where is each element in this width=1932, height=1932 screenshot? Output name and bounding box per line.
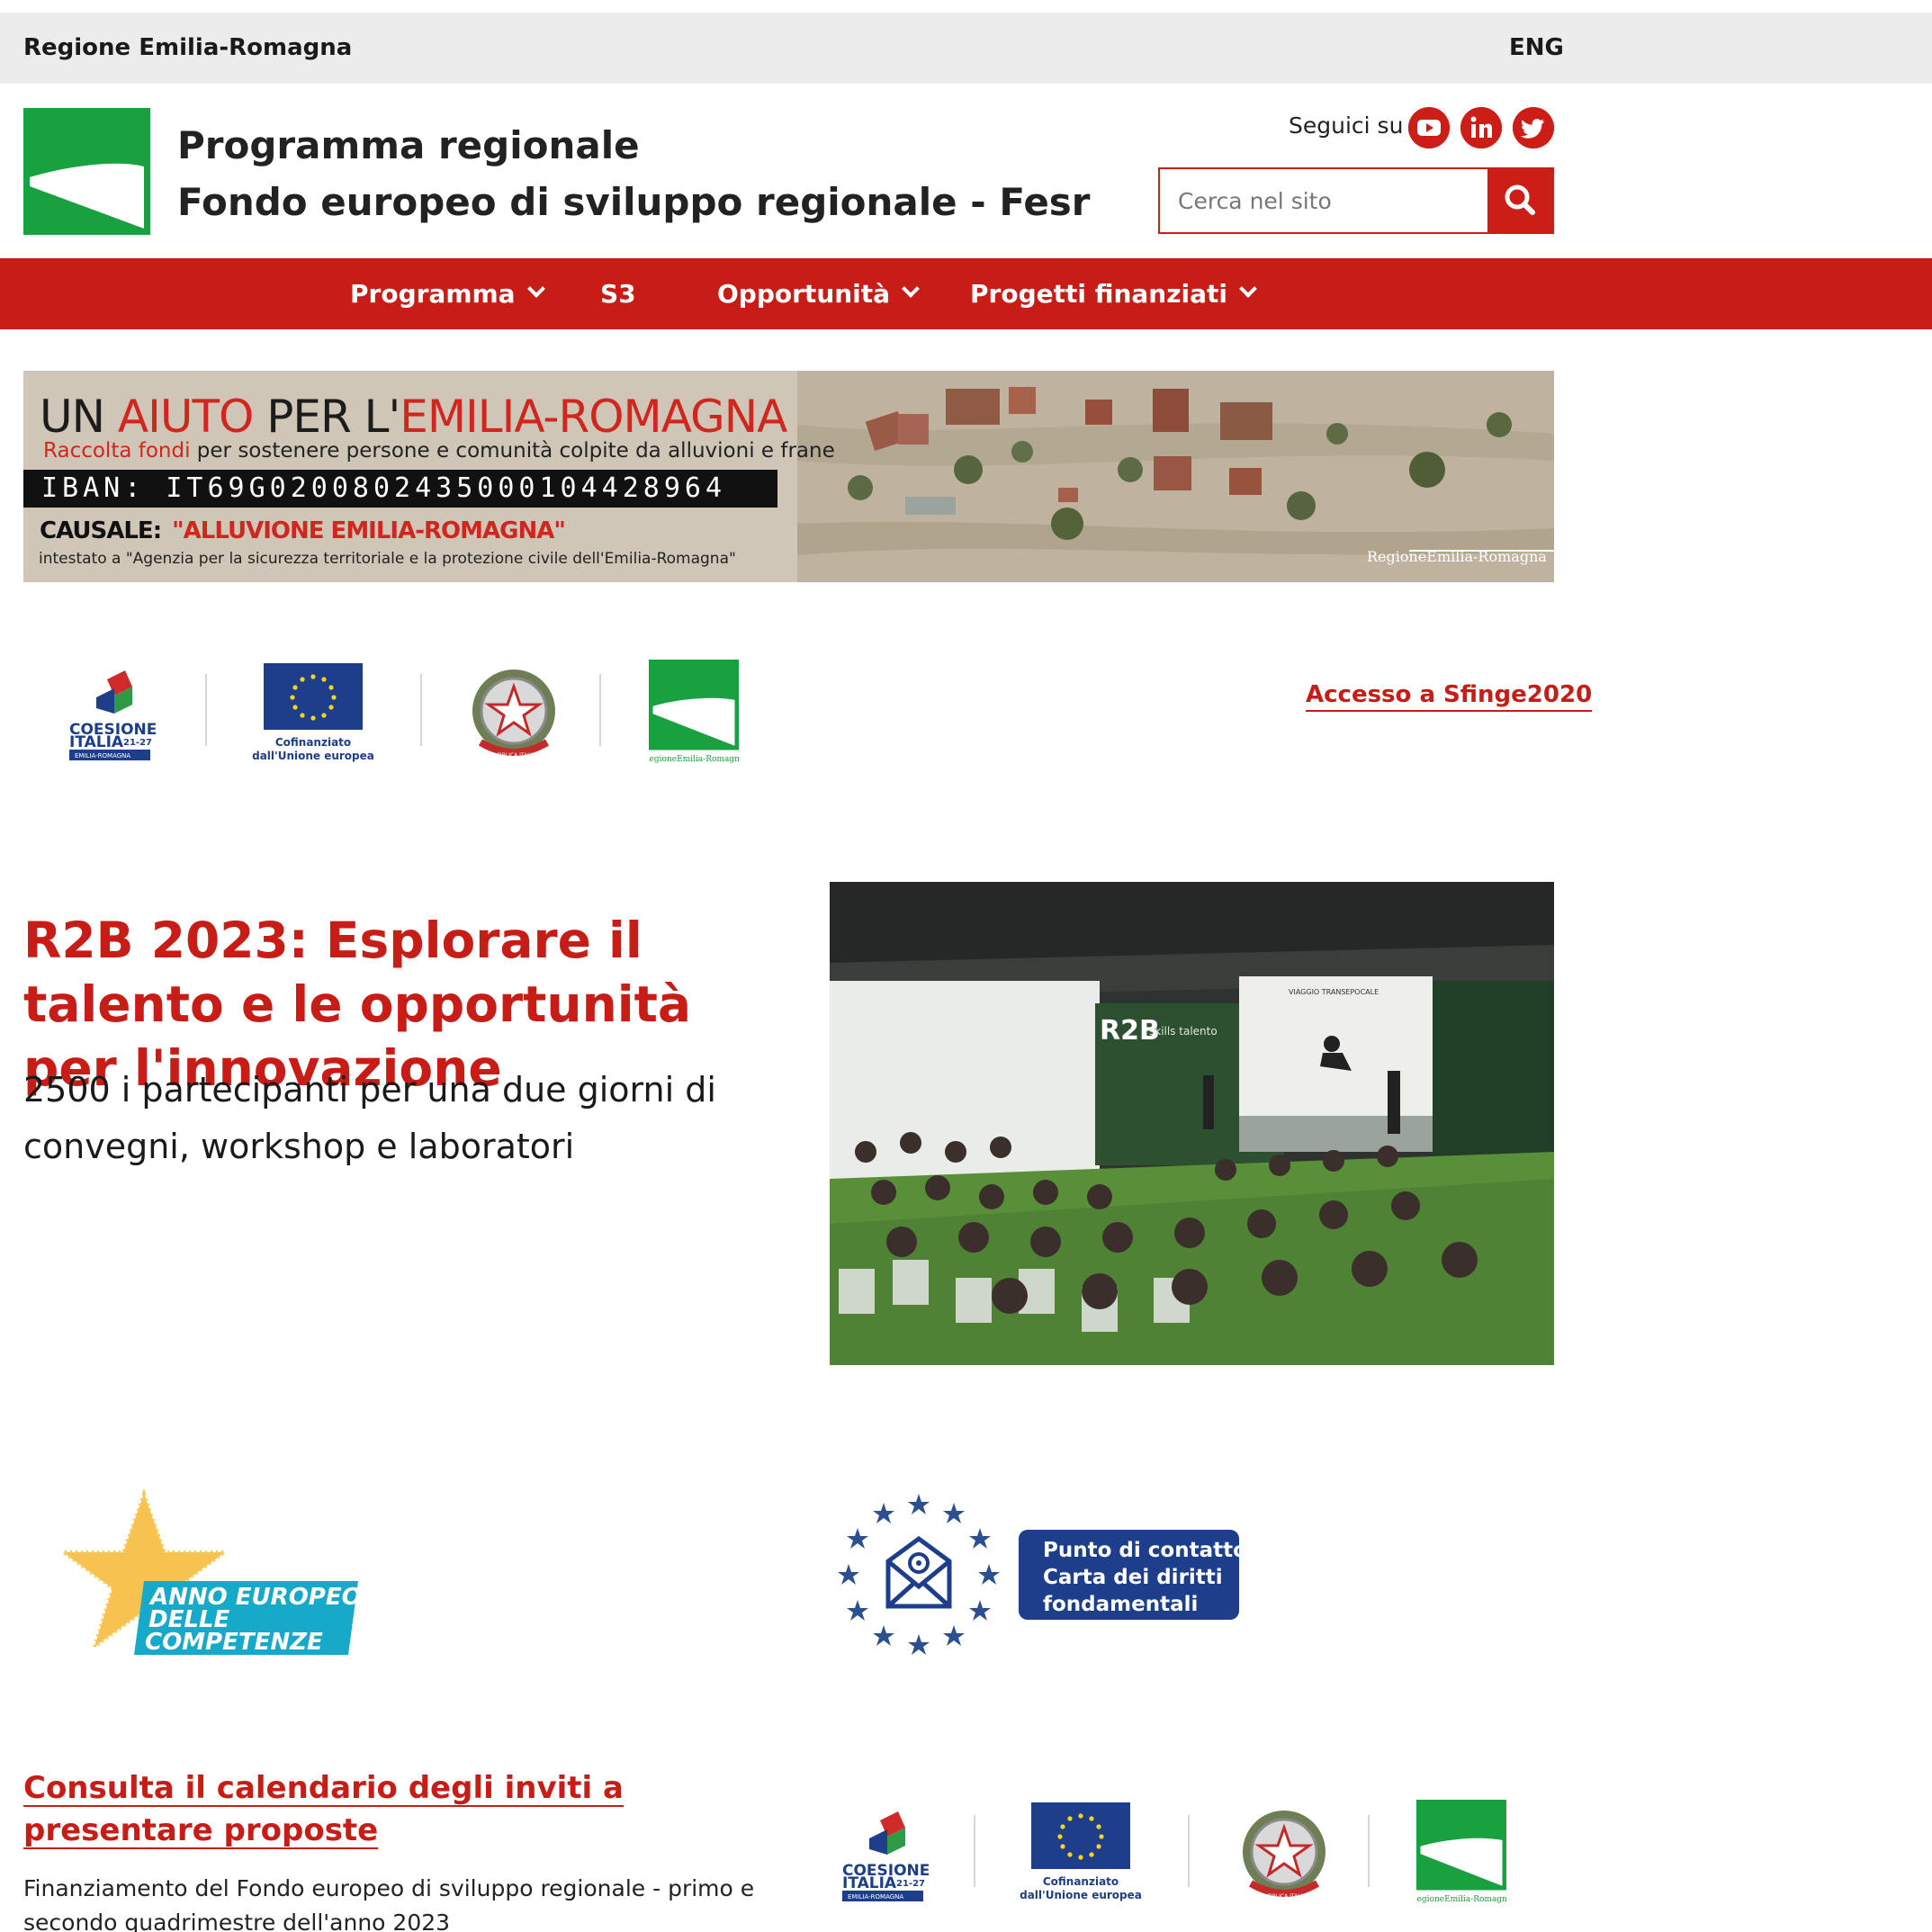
- coesione-italia-logo: COESIONE ITALIA 21-27 EMILIA-ROMAGNA: [64, 661, 172, 760]
- youtube-icon[interactable]: [1408, 107, 1450, 148]
- partner-logos-footer: COESIONE ITALIA 21-27 EMILIA-ROMAGNA Cof…: [830, 1795, 1554, 1921]
- banner-brand: RegioneEmilia-Romagna: [1367, 548, 1547, 565]
- subtitle-part: Raccolta fondi: [43, 439, 191, 463]
- logo-divider: [205, 674, 207, 746]
- regione-flag-icon: [30, 114, 144, 229]
- chevron-down-icon: [526, 280, 545, 298]
- nav-item-label: S3: [600, 279, 636, 309]
- search-icon: [1505, 184, 1535, 215]
- screen-caption: VIAGGIO TRANSEPOCALE: [1289, 988, 1379, 996]
- banner-headline: UN AIUTO PER L'EMILIA-ROMAGNA: [40, 391, 787, 443]
- headline-part: PER L': [253, 391, 400, 443]
- eyc-line3: COMPETENZE: [145, 1629, 323, 1656]
- chevron-down-icon: [1239, 280, 1257, 298]
- language-switch[interactable]: ENG: [1509, 34, 1564, 61]
- repubblica-italiana-emblem: REPVBBLICA ITALIANA: [464, 661, 563, 765]
- regione-emilia-romagna-logo: RegioneEmilia-Romagna: [1411, 1799, 1513, 1906]
- eu-line1: Cofinanziato: [275, 736, 351, 749]
- nav-item-opportunita[interactable]: Opportunità: [717, 258, 920, 329]
- nav-item-label: Programma: [350, 279, 516, 309]
- iban-code: IBAN: IT69G0200802435000104428964: [23, 470, 777, 508]
- logo-divider: [1188, 1815, 1190, 1887]
- eu-cofinanced-logo: Cofinanziato dall'Unione europea: [1019, 1802, 1154, 1910]
- contact-point-label: Punto di contatto Carta dei diritti fond…: [1043, 1539, 1247, 1616]
- nav-item-programma[interactable]: Programma: [350, 258, 545, 329]
- subtitle-part: per sostenere persone e comunità colpite…: [190, 439, 835, 463]
- linkedin-icon[interactable]: [1460, 107, 1502, 148]
- twitter-icon[interactable]: [1513, 107, 1554, 148]
- news-subtitle: 2500 i partecipanti per una due giorni d…: [23, 1070, 716, 1166]
- site-title-line1: Programma regionale: [177, 123, 640, 167]
- fundraising-banner[interactable]: UN AIUTO PER L'EMILIA-ROMAGNA Raccolta f…: [23, 371, 1554, 582]
- coesione-years: 21-27: [123, 738, 152, 748]
- eu-line1: Cofinanziato: [1043, 1875, 1119, 1888]
- sfinge-access-link[interactable]: Accesso a Sfinge2020: [1306, 681, 1593, 712]
- headline-part: EMILIA-ROMAGNA: [400, 391, 787, 443]
- banner-recipient: intestato a "Agenzia per la sicurezza te…: [39, 550, 736, 568]
- coesione-years: 21-27: [896, 1879, 925, 1889]
- coesione-region: EMILIA-ROMAGNA: [75, 752, 130, 759]
- screen-sub: skills talento: [1149, 1025, 1218, 1038]
- region-link[interactable]: Regione Emilia-Romagna: [23, 34, 352, 61]
- mail-icon: [885, 1535, 952, 1609]
- causale-value: "ALLUVIONE EMILIA-ROMAGNA": [172, 517, 566, 544]
- er-brand-text: RegioneEmilia-Romagna: [649, 755, 739, 764]
- follow-label: Seguici su: [1289, 112, 1404, 139]
- repubblica-text: REPVBBLICA ITALIANA: [1254, 1893, 1315, 1900]
- regione-emilia-romagna-logo: RegioneEmilia-Romagna: [643, 659, 745, 766]
- calendar-description: Finanziamento del Fondo europeo di svilu…: [23, 1875, 755, 1932]
- top-bar: Regione Emilia-Romagna ENG: [0, 13, 1932, 84]
- site-title-line2: Fondo europeo di sviluppo regionale - Fe…: [177, 180, 1091, 224]
- coesione-italia-logo: COESIONE ITALIA 21-27 EMILIA-ROMAGNA: [837, 1802, 945, 1910]
- search-button[interactable]: [1487, 167, 1554, 234]
- headline-part: UN: [40, 391, 118, 443]
- site-header: Programma regionale Fondo europeo di svi…: [0, 84, 1932, 257]
- banner-subtitle: Raccolta fondi per sostenere persone e c…: [43, 439, 835, 463]
- nav-item-label: Opportunità: [717, 279, 891, 309]
- repubblica-text: REPVBBLICA ITALIANA: [484, 752, 544, 759]
- nav-item-progetti-finanziati[interactable]: Progetti finanziati: [970, 258, 1257, 329]
- nav-item-label: Progetti finanziati: [970, 279, 1228, 309]
- er-brand-text: RegioneEmilia-Romagna: [1416, 1895, 1506, 1904]
- search-input[interactable]: [1158, 167, 1487, 234]
- regione-logo[interactable]: [23, 108, 150, 235]
- nav-item-s3[interactable]: S3: [600, 258, 636, 329]
- logo-divider: [1368, 1815, 1370, 1887]
- repubblica-italiana-emblem: REPVBBLICA ITALIANA: [1235, 1802, 1334, 1906]
- eu-line2: dall'Unione europea: [252, 750, 374, 762]
- chevron-down-icon: [902, 280, 920, 298]
- coesione-region: EMILIA-ROMAGNA: [848, 1893, 903, 1901]
- coesione-line2: ITALIA: [842, 1874, 897, 1892]
- logo-divider: [974, 1815, 975, 1887]
- anno-europeo-competenze-logo[interactable]: ANNO EUROPEO DELLE COMPETENZE: [58, 1489, 364, 1660]
- calendar-link[interactable]: Consulta il calendario degli inviti a pr…: [23, 1767, 671, 1852]
- eu-stars-icon: [838, 1494, 1000, 1655]
- headline-part: AIUTO: [117, 391, 254, 443]
- eu-line2: dall'Unione europea: [1020, 1889, 1142, 1901]
- logo-divider: [420, 674, 422, 746]
- logo-divider: [599, 674, 601, 746]
- main-nav: Programma S3 Opportunità Progetti finanz…: [0, 258, 1932, 329]
- site-title[interactable]: Programma regionale Fondo europeo di svi…: [177, 117, 1091, 230]
- causale: CAUSALE: "ALLUVIONE EMILIA-ROMAGNA": [40, 517, 566, 544]
- causale-label: CAUSALE:: [40, 517, 162, 544]
- news-photo[interactable]: R2B skills talento VIAGGIO TRANSEPOCALE: [830, 882, 1554, 1365]
- coesione-line2: ITALIA: [69, 733, 124, 751]
- eu-cofinanced-logo: Cofinanziato dall'Unione europea: [251, 663, 386, 771]
